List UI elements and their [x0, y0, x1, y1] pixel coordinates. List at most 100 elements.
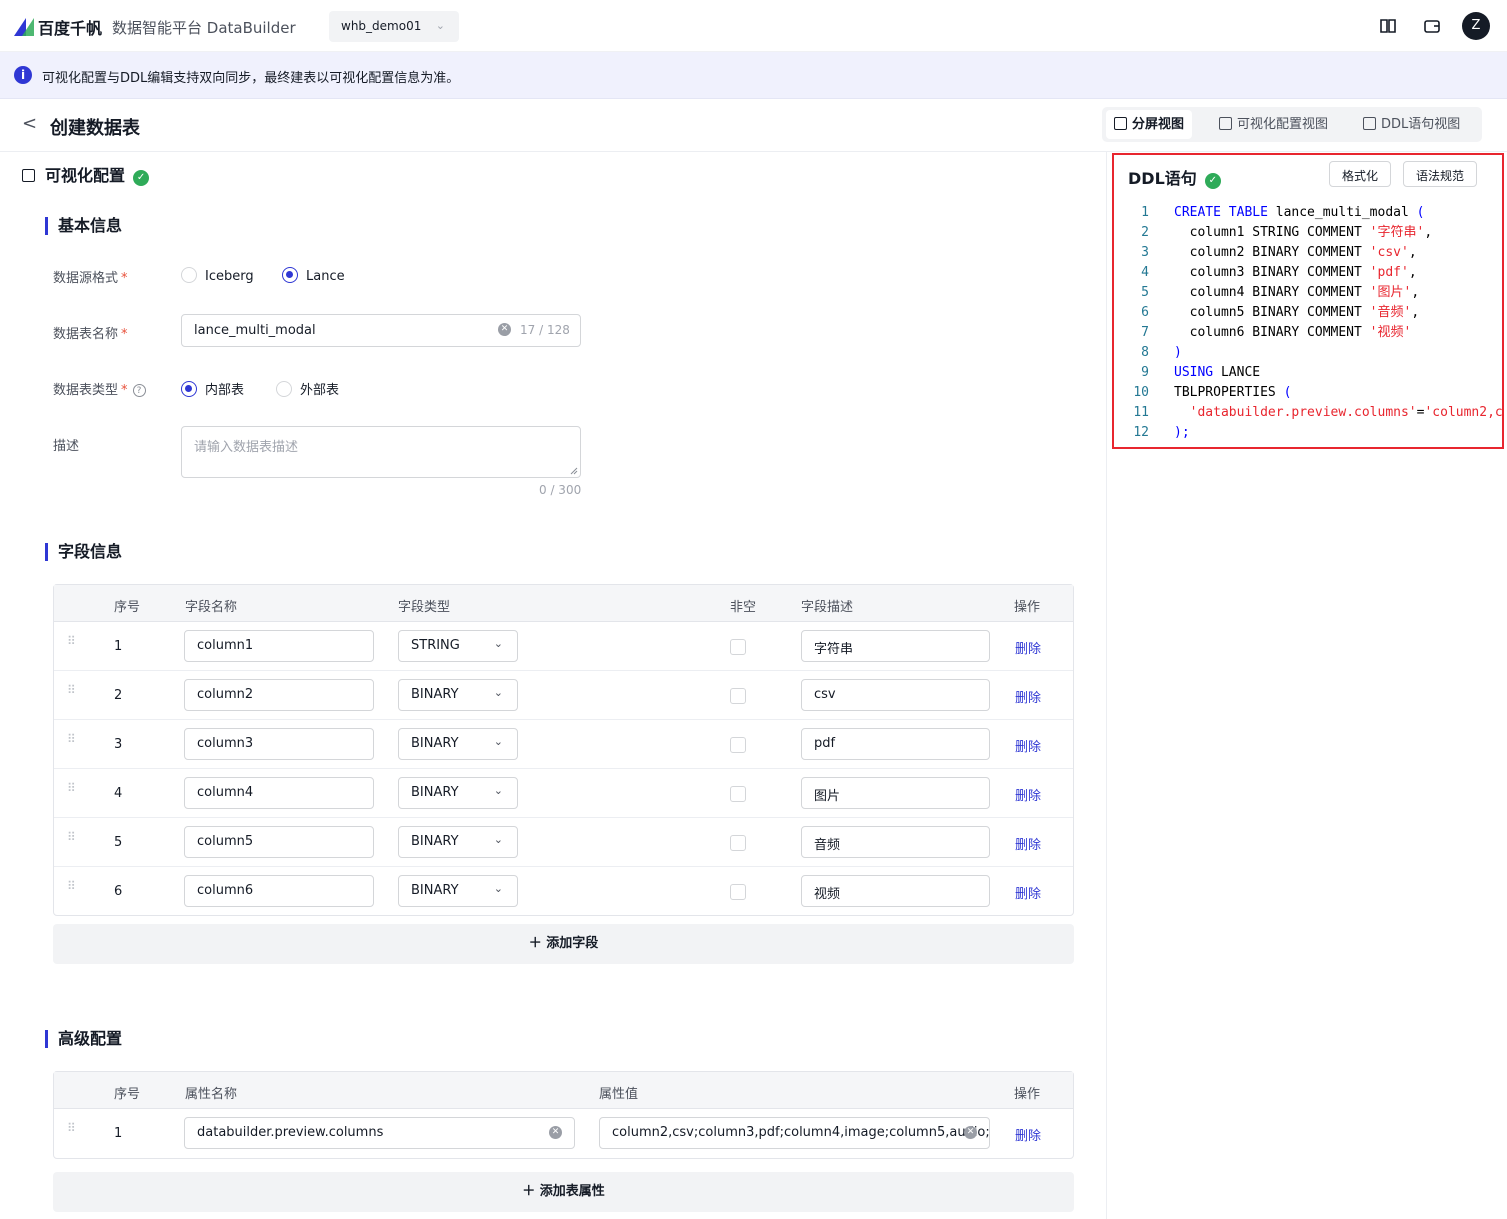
form-icon: [22, 169, 35, 182]
drag-handle-icon[interactable]: ⠿: [67, 684, 76, 696]
field-row: ⠿ 3 column3 BINARY ⌄ pdf 删除: [54, 720, 1073, 769]
drag-handle-icon[interactable]: ⠿: [67, 635, 76, 647]
sync-notice: i 可视化配置与DDL编辑支持双向同步，最终建表以可视化配置信息为准。: [0, 52, 1507, 99]
field-row: ⠿ 1 column1 STRING ⌄ 字符串 删除: [54, 622, 1073, 671]
page-header: < 创建数据表 分屏视图 可视化配置视图 DDL语句视图: [0, 99, 1507, 152]
name-char-count: 17 / 128: [520, 323, 570, 337]
field-type-select[interactable]: STRING ⌄: [398, 630, 518, 662]
info-icon: i: [14, 66, 32, 84]
code-text: column5 BINARY COMMENT '音频',: [1174, 305, 1420, 320]
format-button[interactable]: 格式化: [1329, 161, 1392, 187]
drag-handle-icon[interactable]: ⠿: [67, 782, 76, 794]
delete-field-link[interactable]: 删除: [1015, 638, 1041, 657]
col-field-desc: 字段描述: [801, 600, 854, 615]
field-name-input[interactable]: column1: [184, 630, 374, 662]
field-name-input[interactable]: column5: [184, 826, 374, 858]
field-index: 6: [114, 884, 123, 899]
ddl-editor-box: DDL语句 ✓ 格式化 语法规范 1 CREATE TABLE lance_mult…: [1112, 153, 1504, 449]
col-not-null: 非空: [730, 600, 757, 615]
property-name-input[interactable]: databuilder.preview.columns ✕: [184, 1117, 575, 1149]
description-textarea[interactable]: 请输入数据表描述: [181, 426, 581, 478]
book-icon[interactable]: [1378, 16, 1398, 36]
tab-split-view[interactable]: 分屏视图: [1106, 110, 1193, 139]
table-name-input[interactable]: lance_multi_modal ✕ 17 / 128: [181, 314, 581, 347]
code-text: 'databuilder.preview.columns'='column2,c…: [1189, 405, 1502, 420]
drag-handle-icon[interactable]: ⠿: [67, 1122, 76, 1134]
field-desc-input[interactable]: 视频: [801, 875, 990, 907]
field-row: ⠿ 6 column6 BINARY ⌄ 视频 删除: [54, 867, 1073, 916]
code-line: 2 column1 STRING COMMENT '字符串',: [1114, 223, 1502, 243]
code-line: 11 'databuilder.preview.columns'='column…: [1114, 403, 1502, 423]
tab-visual-view[interactable]: 可视化配置视图: [1211, 110, 1336, 139]
clear-icon[interactable]: ✕: [549, 1126, 562, 1139]
field-desc-input[interactable]: csv: [801, 679, 990, 711]
not-null-checkbox[interactable]: [730, 884, 746, 900]
field-type-select[interactable]: BINARY ⌄: [398, 728, 518, 760]
not-null-checkbox[interactable]: [730, 835, 746, 851]
description-char-count: 0 / 300: [539, 483, 582, 497]
workspace-select[interactable]: whb_demo01 ⌄: [329, 11, 459, 42]
field-name-input[interactable]: column2: [184, 679, 374, 711]
field-index: 5: [114, 835, 123, 850]
not-null-checkbox[interactable]: [730, 688, 746, 704]
ddl-code-editor[interactable]: 1 CREATE TABLE lance_multi_modal (2 colum…: [1114, 203, 1502, 447]
delete-field-link[interactable]: 删除: [1015, 687, 1041, 706]
syntax-guide-button[interactable]: 语法规范: [1403, 161, 1478, 187]
radio-external-table[interactable]: 外部表: [276, 379, 339, 398]
code-line: 7 column6 BINARY COMMENT '视频': [1114, 323, 1502, 343]
field-name-input[interactable]: column4: [184, 777, 374, 809]
chevron-down-icon: ⌄: [493, 882, 503, 895]
field-type-select[interactable]: BINARY ⌄: [398, 875, 518, 907]
add-field-button[interactable]: ＋ 添加字段: [53, 924, 1074, 964]
chevron-down-icon: ⌄: [493, 637, 503, 650]
delete-property-link[interactable]: 删除: [1015, 1125, 1041, 1144]
field-name-input[interactable]: column6: [184, 875, 374, 907]
tab-ddl-view[interactable]: DDL语句视图: [1355, 110, 1468, 139]
code-text: column4 BINARY COMMENT '图片',: [1174, 285, 1420, 300]
property-value-input[interactable]: column2,csv;column3,pdf;column4,image;co…: [599, 1117, 990, 1149]
split-view-icon: [1114, 117, 1127, 130]
col-prop-name: 属性名称: [185, 1087, 238, 1102]
line-number: 5: [1141, 285, 1149, 300]
radio-lance[interactable]: Lance: [282, 267, 345, 284]
ddl-panel: DDL语句 ✓ 格式化 语法规范 1 CREATE TABLE lance_mult…: [1106, 152, 1507, 1219]
field-type-select[interactable]: BINARY ⌄: [398, 777, 518, 809]
resize-handle-icon[interactable]: [570, 467, 578, 475]
not-null-checkbox[interactable]: [730, 786, 746, 802]
delete-field-link[interactable]: 删除: [1015, 785, 1041, 804]
line-number: 12: [1133, 425, 1149, 440]
format-label: 数据源格式 *: [53, 271, 128, 286]
field-desc-input[interactable]: pdf: [801, 728, 990, 760]
field-desc-input[interactable]: 音频: [801, 826, 990, 858]
radio-internal-table[interactable]: 内部表: [181, 379, 244, 398]
radio-iceberg[interactable]: Iceberg: [181, 267, 254, 284]
field-type-select[interactable]: BINARY ⌄: [398, 826, 518, 858]
back-arrow-icon[interactable]: <: [22, 113, 37, 134]
field-type-select[interactable]: BINARY ⌄: [398, 679, 518, 711]
drag-handle-icon[interactable]: ⠿: [67, 880, 76, 892]
wallet-icon[interactable]: [1422, 16, 1442, 36]
clear-icon[interactable]: ✕: [964, 1126, 977, 1139]
not-null-checkbox[interactable]: [730, 639, 746, 655]
avatar[interactable]: Z: [1462, 12, 1490, 40]
field-name-input[interactable]: column3: [184, 728, 374, 760]
field-desc-input[interactable]: 图片: [801, 777, 990, 809]
code-text: column6 BINARY COMMENT '视频': [1174, 325, 1412, 340]
field-row: ⠿ 2 column2 BINARY ⌄ csv 删除: [54, 671, 1073, 720]
view-switcher: 分屏视图 可视化配置视图 DDL语句视图: [1102, 107, 1482, 142]
line-number: 1: [1141, 205, 1149, 220]
delete-field-link[interactable]: 删除: [1015, 883, 1041, 902]
field-index: 3: [114, 737, 123, 752]
not-null-checkbox[interactable]: [730, 737, 746, 753]
add-property-button[interactable]: ＋ 添加表属性: [53, 1172, 1074, 1212]
clear-icon[interactable]: ✕: [498, 323, 511, 336]
drag-handle-icon[interactable]: ⠿: [67, 831, 76, 843]
field-desc-input[interactable]: 字符串: [801, 630, 990, 662]
field-info-heading: 字段信息: [45, 543, 122, 561]
advanced-config-heading: 高级配置: [45, 1030, 122, 1048]
delete-field-link[interactable]: 删除: [1015, 834, 1041, 853]
help-icon[interactable]: ?: [132, 384, 146, 397]
delete-field-link[interactable]: 删除: [1015, 736, 1041, 755]
field-row: ⠿ 4 column4 BINARY ⌄ 图片 删除: [54, 769, 1073, 818]
drag-handle-icon[interactable]: ⠿: [67, 733, 76, 745]
